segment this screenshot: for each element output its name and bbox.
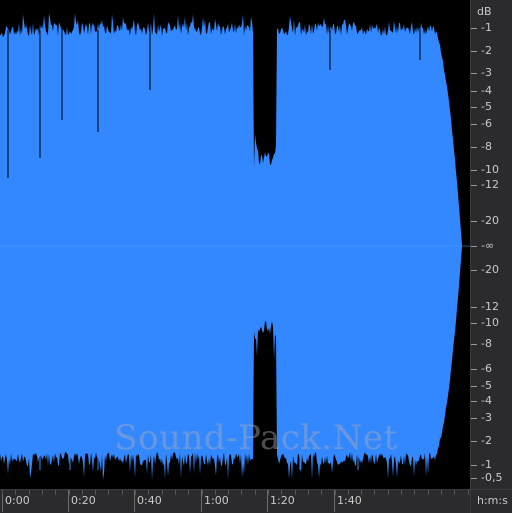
db-label: -5	[481, 100, 492, 113]
time-minor-tick	[454, 490, 455, 495]
db-tick	[471, 386, 477, 387]
time-ruler[interactable]: 0:00 0:20 0:40 1:00 1:20 1:40	[0, 489, 470, 513]
time-minor-tick	[255, 490, 256, 495]
time-minor-tick	[108, 490, 109, 495]
time-label: 1:00	[204, 494, 229, 507]
db-label: -12	[481, 178, 499, 191]
time-minor-tick	[308, 490, 309, 495]
waveform-display[interactable]	[0, 0, 470, 489]
db-label: -10	[481, 316, 499, 329]
time-minor-tick	[2, 490, 3, 495]
db-label: -3	[481, 66, 492, 79]
time-minor-tick	[202, 490, 203, 495]
db-scale-ruler: dB -1 -2 -3 -4 -5 -6 -8 -10 -12 -20 -∞ -20 -12 -10 -8 -…	[470, 0, 512, 489]
db-tick	[471, 221, 477, 222]
time-minor-tick	[42, 490, 43, 495]
db-label: -12	[481, 300, 499, 313]
db-label: -6	[481, 362, 492, 375]
db-tick	[471, 418, 477, 419]
db-tick	[471, 73, 477, 74]
db-label: -6	[481, 117, 492, 130]
time-minor-tick	[401, 490, 402, 495]
time-minor-tick	[135, 490, 136, 495]
time-minor-tick	[335, 490, 336, 495]
time-minor-tick	[15, 490, 16, 495]
db-label: -1	[481, 21, 492, 34]
db-tick	[471, 246, 477, 247]
db-tick	[471, 369, 477, 370]
time-minor-tick	[428, 490, 429, 495]
time-minor-tick	[374, 490, 375, 495]
db-tick	[471, 124, 477, 125]
db-tick	[471, 478, 477, 479]
time-minor-tick	[82, 490, 83, 495]
db-tick	[471, 401, 477, 402]
db-tick	[471, 465, 477, 466]
db-label: -10	[481, 163, 499, 176]
time-minor-tick	[468, 490, 469, 495]
time-minor-tick	[281, 490, 282, 495]
time-minor-tick	[241, 490, 242, 495]
db-tick	[471, 51, 477, 52]
db-tick	[471, 185, 477, 186]
db-label: -0,5	[481, 471, 503, 484]
db-tick	[471, 91, 477, 92]
time-minor-tick	[228, 490, 229, 495]
db-tick	[471, 28, 477, 29]
db-label: -3	[481, 411, 492, 424]
time-unit-corner: h:m:s	[470, 489, 512, 513]
db-tick	[471, 270, 477, 271]
waveform-graphic	[0, 13, 470, 480]
db-label: -2	[481, 434, 492, 447]
db-label: -20	[481, 263, 499, 276]
time-label: 1:20	[270, 494, 295, 507]
time-minor-tick	[295, 490, 296, 495]
time-minor-tick	[69, 490, 70, 495]
time-label: 0:40	[137, 494, 162, 507]
db-tick	[471, 147, 477, 148]
time-unit-label: h:m:s	[477, 494, 508, 507]
db-unit-label: dB	[477, 5, 492, 18]
time-minor-tick	[361, 490, 362, 495]
time-minor-tick	[95, 490, 96, 495]
time-minor-tick	[414, 490, 415, 495]
db-label: -8	[481, 337, 492, 350]
db-tick	[471, 170, 477, 171]
audio-editor-waveform-view: dB -1 -2 -3 -4 -5 -6 -8 -10 -12 -20 -∞ -20 -12 -10 -8 -…	[0, 0, 512, 513]
time-minor-tick	[268, 490, 269, 495]
time-minor-tick	[388, 490, 389, 495]
time-minor-tick	[188, 490, 189, 495]
db-label: -8	[481, 140, 492, 153]
time-minor-tick	[122, 490, 123, 495]
time-minor-tick	[441, 490, 442, 495]
time-label: 0:00	[5, 494, 30, 507]
time-label: 0:20	[71, 494, 96, 507]
time-minor-tick	[162, 490, 163, 495]
time-minor-tick	[321, 490, 322, 495]
db-label: -1	[481, 458, 492, 471]
time-minor-tick	[148, 490, 149, 495]
db-tick	[471, 441, 477, 442]
time-minor-tick	[215, 490, 216, 495]
db-label: -5	[481, 379, 492, 392]
time-minor-tick	[55, 490, 56, 495]
db-label: -2	[481, 44, 492, 57]
db-label: -4	[481, 394, 492, 407]
db-tick	[471, 307, 477, 308]
time-minor-tick	[29, 490, 30, 495]
db-tick	[471, 323, 477, 324]
time-minor-tick	[348, 490, 349, 495]
time-label: 1:40	[337, 494, 362, 507]
db-tick	[471, 107, 477, 108]
db-label: -4	[481, 84, 492, 97]
db-label: -20	[481, 214, 499, 227]
time-minor-tick	[175, 490, 176, 495]
db-label: -∞	[481, 239, 495, 252]
db-tick	[471, 344, 477, 345]
